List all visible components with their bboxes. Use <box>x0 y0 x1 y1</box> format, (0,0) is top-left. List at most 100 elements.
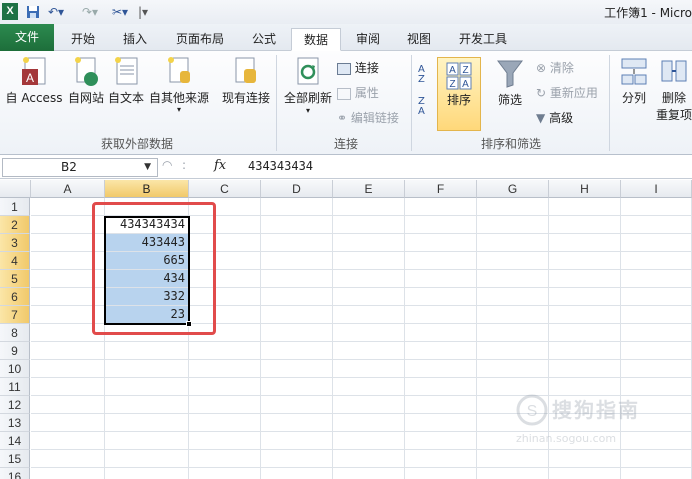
cell[interactable] <box>405 198 477 216</box>
cell[interactable] <box>621 468 692 479</box>
cell[interactable] <box>31 414 105 432</box>
cell[interactable] <box>333 306 405 324</box>
cell[interactable] <box>477 306 549 324</box>
row-header[interactable]: 3 <box>0 234 30 252</box>
text-to-columns-button[interactable]: 分列 <box>616 55 652 106</box>
cell[interactable] <box>405 468 477 479</box>
cell[interactable] <box>405 396 477 414</box>
customize-toolbar-icon[interactable]: ✂▾ <box>112 3 128 21</box>
cell[interactable] <box>333 360 405 378</box>
sort-descending-button[interactable]: ZA <box>418 97 425 117</box>
sort-ascending-button[interactable]: AZ <box>418 65 425 85</box>
cell[interactable] <box>31 360 105 378</box>
cell[interactable] <box>105 432 189 450</box>
cell[interactable] <box>621 324 692 342</box>
cell[interactable] <box>189 216 261 234</box>
cell-b3[interactable]: 433443 <box>105 234 189 252</box>
cell[interactable] <box>549 252 621 270</box>
cell[interactable] <box>549 324 621 342</box>
clear-filter-button[interactable]: ⊗ 清除 <box>536 59 574 76</box>
cell[interactable] <box>333 324 405 342</box>
cell[interactable] <box>189 306 261 324</box>
cell[interactable] <box>477 468 549 479</box>
row-header[interactable]: 1 <box>0 198 30 216</box>
cell[interactable] <box>261 216 333 234</box>
cell[interactable] <box>105 378 189 396</box>
cell[interactable] <box>477 216 549 234</box>
row-header[interactable]: 11 <box>0 378 30 396</box>
cell[interactable] <box>31 252 105 270</box>
cell[interactable] <box>621 234 692 252</box>
cell[interactable] <box>549 342 621 360</box>
tab-page-layout[interactable]: 页面布局 <box>168 28 232 51</box>
formula-input[interactable]: 434343434 <box>248 159 313 173</box>
row-header[interactable]: 12 <box>0 396 30 414</box>
reapply-button[interactable]: ↻ 重新应用 <box>536 84 598 101</box>
cell[interactable] <box>477 450 549 468</box>
cell-b6[interactable]: 332 <box>105 288 189 306</box>
cell[interactable] <box>261 414 333 432</box>
cell[interactable] <box>31 378 105 396</box>
cell[interactable] <box>261 252 333 270</box>
cell[interactable] <box>105 414 189 432</box>
excel-logo-icon[interactable]: X <box>2 3 18 20</box>
cell[interactable] <box>549 306 621 324</box>
cell[interactable] <box>405 450 477 468</box>
from-access-button[interactable]: A 自 Access <box>2 55 66 106</box>
cell[interactable] <box>621 342 692 360</box>
column-header-f[interactable]: F <box>405 180 477 198</box>
row-header[interactable]: 5 <box>0 270 30 288</box>
cell[interactable] <box>477 270 549 288</box>
cell[interactable] <box>189 360 261 378</box>
cell[interactable] <box>333 342 405 360</box>
cell[interactable] <box>31 450 105 468</box>
column-header-c[interactable]: C <box>189 180 261 198</box>
cell[interactable] <box>261 396 333 414</box>
cell[interactable] <box>333 234 405 252</box>
cell[interactable] <box>549 468 621 479</box>
cell[interactable] <box>621 216 692 234</box>
cell[interactable] <box>549 234 621 252</box>
cell-b5[interactable]: 434 <box>105 270 189 288</box>
cell[interactable] <box>333 396 405 414</box>
filter-button[interactable]: 筛选 <box>490 57 530 108</box>
column-header-a[interactable]: A <box>31 180 105 198</box>
tab-insert[interactable]: 插入 <box>114 28 156 51</box>
cell[interactable] <box>405 270 477 288</box>
cell[interactable] <box>333 216 405 234</box>
cell[interactable] <box>333 378 405 396</box>
cell[interactable] <box>477 198 549 216</box>
cell[interactable] <box>405 288 477 306</box>
cell[interactable] <box>405 324 477 342</box>
row-header[interactable]: 9 <box>0 342 30 360</box>
cell[interactable] <box>261 342 333 360</box>
cell-b4[interactable]: 665 <box>105 252 189 270</box>
cell[interactable] <box>333 432 405 450</box>
connections-button[interactable]: 连接 <box>337 59 379 76</box>
from-web-button[interactable]: 自网站 <box>66 55 106 106</box>
qat-dropdown-icon[interactable]: |▾ <box>138 3 148 21</box>
cell[interactable] <box>621 252 692 270</box>
redo-icon[interactable]: ↷▾ <box>82 3 98 21</box>
cell[interactable] <box>549 270 621 288</box>
cell[interactable] <box>105 342 189 360</box>
cell[interactable] <box>31 198 105 216</box>
cell[interactable] <box>405 360 477 378</box>
cell[interactable] <box>31 270 105 288</box>
cell[interactable] <box>31 468 105 479</box>
sort-button[interactable]: AZZA 排序 <box>437 61 481 108</box>
existing-connections-button[interactable]: 现有连接 <box>220 55 272 106</box>
edit-links-button[interactable]: ⚭ 编辑链接 <box>337 109 399 126</box>
tab-formulas[interactable]: 公式 <box>244 28 284 51</box>
row-header[interactable]: 14 <box>0 432 30 450</box>
insert-function-icon[interactable]: fx <box>214 158 226 173</box>
cell[interactable] <box>189 414 261 432</box>
cell[interactable] <box>549 360 621 378</box>
tab-view[interactable]: 视图 <box>398 28 440 51</box>
refresh-all-button[interactable]: 全部刷新 ▾ <box>282 55 334 116</box>
column-header-h[interactable]: H <box>549 180 621 198</box>
cell[interactable] <box>549 216 621 234</box>
cell[interactable] <box>405 306 477 324</box>
cell[interactable] <box>261 378 333 396</box>
cell[interactable] <box>105 396 189 414</box>
